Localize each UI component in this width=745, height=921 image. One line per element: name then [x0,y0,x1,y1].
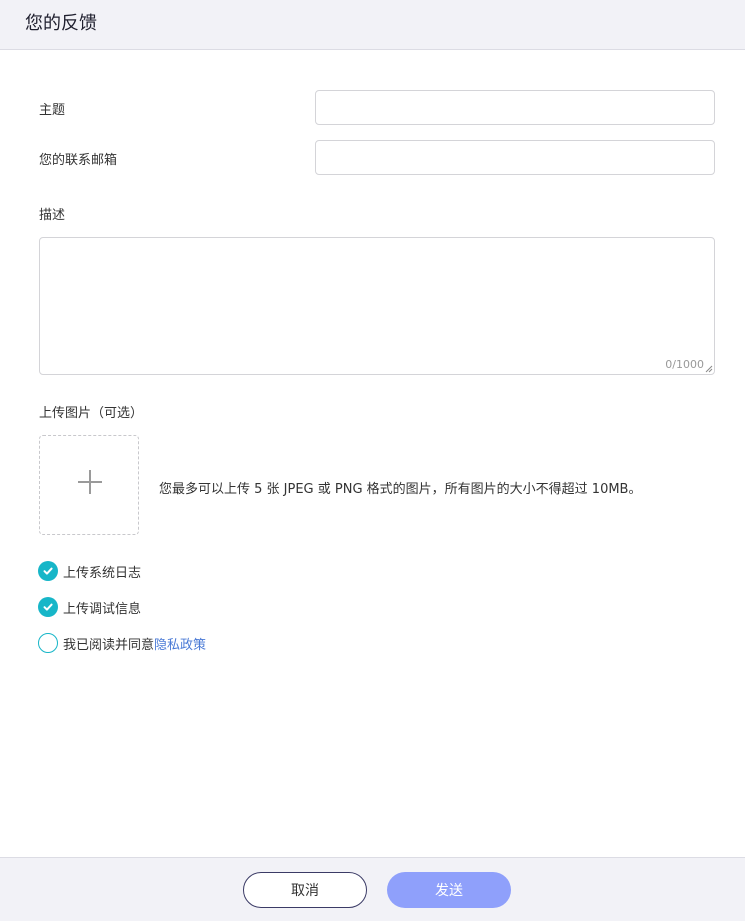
dialog-footer: 取消 发送 [0,857,745,921]
upload-debug-label: 上传调试信息 [63,601,142,617]
checkmark-icon [38,561,58,581]
page-title: 您的反馈 [25,13,97,34]
resize-handle-icon[interactable] [705,365,713,373]
upload-hint: 您最多可以上传 5 张 JPEG 或 PNG 格式的图片，所有图片的大小不得超过… [159,482,642,497]
description-input[interactable] [40,238,714,374]
privacy-agree-label: 我已阅读并同意 [63,637,155,653]
subject-label: 主题 [39,103,66,118]
upload-image-button[interactable] [39,435,139,535]
cancel-button[interactable]: 取消 [243,872,367,908]
privacy-agree-checkbox[interactable]: 我已阅读并同意隐私政策 [38,633,206,653]
upload-label: 上传图片（可选） [39,406,144,421]
upload-logs-label: 上传系统日志 [63,565,142,581]
upload-debug-checkbox[interactable]: 上传调试信息 [38,597,141,617]
checkmark-icon [38,597,58,617]
send-button[interactable]: 发送 [387,872,511,908]
upload-logs-checkbox[interactable]: 上传系统日志 [38,561,141,581]
dialog-header: 您的反馈 [0,0,745,50]
description-label: 描述 [39,208,66,223]
description-field: 0/1000 [39,237,715,375]
email-label: 您的联系邮箱 [39,153,118,168]
character-counter: 0/1000 [665,358,704,371]
privacy-policy-link[interactable]: 隐私政策 [154,638,206,653]
subject-input[interactable] [315,90,715,125]
unchecked-circle-icon [38,633,58,653]
email-input[interactable] [315,140,715,175]
